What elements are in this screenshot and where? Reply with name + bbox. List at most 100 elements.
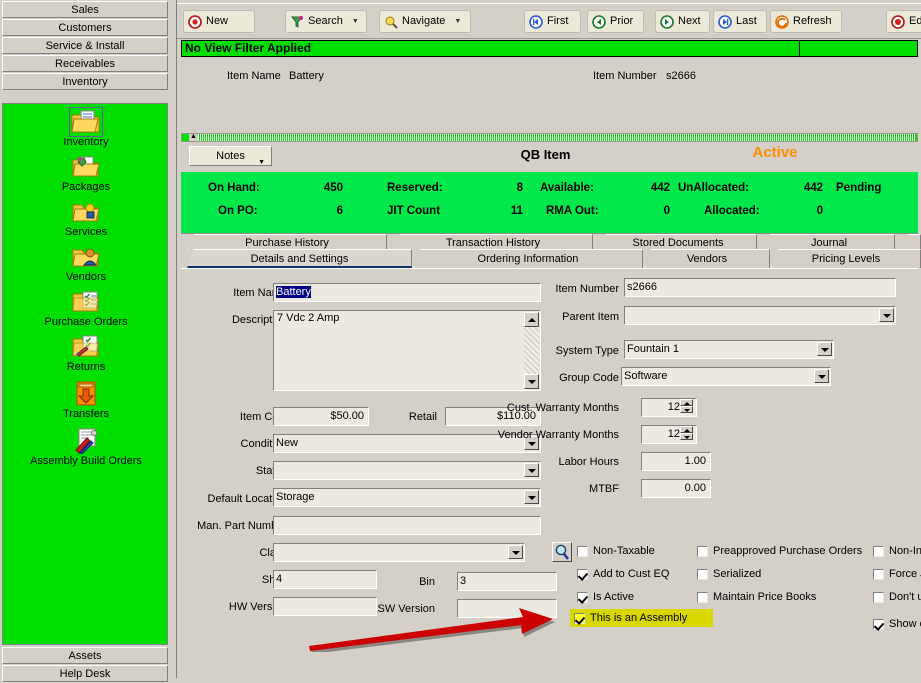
tab-vendors[interactable]: Vendors [644,249,770,268]
next-button-label: Next [678,15,701,27]
checkbox-label: Is Active [593,591,634,603]
scroll-up-arrow-icon[interactable]: ▲ [189,133,198,141]
labor-hours-input[interactable]: 1.00 [641,452,711,471]
default-location-select[interactable]: Storage [273,488,541,507]
stepper-down-icon[interactable] [680,433,693,440]
sidebar-module-assets[interactable]: Assets [2,647,168,664]
stepper-down-icon[interactable] [680,406,693,413]
sidebar-module-help-desk[interactable]: Help Desk [2,665,168,682]
mtbf-input[interactable]: 0.00 [641,479,711,498]
scrollbar-thumb[interactable] [189,134,915,141]
header-item-number-value: s2666 [666,70,696,82]
chevron-down-icon[interactable] [879,308,894,322]
checkbox-box[interactable] [873,618,884,630]
man-part-number-input[interactable] [273,516,541,535]
checkbox-box[interactable] [873,545,884,557]
new-button[interactable]: New [183,10,255,33]
search-button[interactable]: Search ▼ [285,10,367,33]
checkbox-dont-update[interactable]: Don't up [873,591,921,603]
next-button[interactable]: Next [655,10,710,33]
folder-checklist-icon [71,289,101,315]
sidebar-module-sales[interactable]: Sales [2,1,168,18]
checkbox-box[interactable] [577,545,588,557]
checkbox-preapproved-purchase-orders[interactable]: Preapproved Purchase Orders [697,545,862,557]
checkbox-box[interactable] [697,591,708,603]
hw-version-input[interactable] [273,597,377,616]
bin-label: Bin [419,576,435,588]
class-lookup-button[interactable] [552,542,572,562]
sidebar-module-inventory[interactable]: Inventory [2,73,168,90]
checkbox-box[interactable] [577,568,588,580]
system-type-select[interactable]: Fountain 1 [624,340,834,359]
parent-item-select[interactable] [624,306,896,325]
refresh-icon [775,14,789,29]
tab-pricing-levels[interactable]: Pricing Levels [771,249,921,268]
item-cost-input[interactable]: $50.00 [273,407,369,426]
item-name-input[interactable]: Battery [273,283,541,302]
status-select[interactable] [273,461,541,480]
sidebar-module-customers[interactable]: Customers [2,19,168,36]
description-textarea[interactable]: 7 Vdc 2 Amp [273,310,541,391]
record-header: Item Name Battery Item Number s2666 [181,57,918,133]
sw-version-input[interactable] [457,599,557,618]
sidebar-item-inventory[interactable]: Inventory [3,107,167,148]
chevron-down-icon[interactable] [814,369,829,383]
sidebar-top-modules: Sales Customers Service & Install Receiv… [0,0,172,90]
stepper-up-icon[interactable] [680,426,693,433]
checkbox-maintain-price-books[interactable]: Maintain Price Books [697,591,816,603]
checkbox-show-on[interactable]: Show o [873,618,921,630]
chevron-down-icon[interactable]: ▼ [454,11,461,32]
folder-person-icon [71,244,101,270]
checkbox-box[interactable] [873,568,884,580]
item-number-label: Item Number [555,283,619,295]
checkbox-label: Preapproved Purchase Orders [713,545,863,557]
sidebar-item-purchase-orders[interactable]: Purchase Orders [3,289,167,328]
checkbox-box[interactable] [574,612,585,624]
chevron-down-icon[interactable] [508,545,523,559]
sidebar-item-packages[interactable]: Packages [3,154,167,193]
retail-label: Retail [408,411,437,423]
navigate-button[interactable]: Navigate ▼ [379,10,471,33]
edit-button[interactable]: Edi [886,10,921,33]
checkbox-add-to-cust-eq[interactable]: Add to Cust EQ [577,568,669,580]
sidebar-item-label: Returns [66,361,106,373]
group-code-value: Software [624,370,668,382]
sidebar-module-receivables[interactable]: Receivables [2,55,168,72]
summary-available-value: 442 [650,182,670,194]
new-record-icon [188,14,202,29]
checkbox-box[interactable] [697,568,708,580]
sidebar-item-vendors[interactable]: Vendors [3,244,167,283]
checkbox-this-is-an-assembly[interactable]: This is an Assembly [570,609,714,627]
checkbox-serialized[interactable]: Serialized [697,568,761,580]
checkbox-box[interactable] [697,545,708,557]
horizontal-scrollbar[interactable]: ▲ [181,133,918,142]
group-code-select[interactable]: Software [621,367,831,386]
checkbox-non-taxable[interactable]: Non-Taxable [577,545,655,557]
checkbox-box[interactable] [873,591,884,603]
checkbox-non-inventory[interactable]: Non-Inv [873,545,921,557]
stepper-up-icon[interactable] [680,399,693,406]
checkbox-label: Force J [889,568,921,580]
shelf-input[interactable]: 4 [273,570,377,589]
last-button[interactable]: Last [713,10,767,33]
item-number-input[interactable]: s2666 [624,278,896,297]
checkbox-force-journal[interactable]: Force J [873,568,921,580]
sidebar-item-assembly-build-orders[interactable]: Assembly Build Orders [3,428,167,467]
tab-ordering-information[interactable]: Ordering Information [413,249,643,268]
sidebar-module-service-install[interactable]: Service & Install [2,37,168,54]
bin-input[interactable]: 3 [457,572,557,591]
tab-details-and-settings[interactable]: Details and Settings [187,249,412,268]
vendor-warranty-stepper[interactable] [680,426,693,441]
checkbox-box[interactable] [577,591,588,603]
sidebar-item-services[interactable]: Services [3,199,167,238]
cust-warranty-stepper[interactable] [680,399,693,414]
refresh-button[interactable]: Refresh [770,10,842,33]
chevron-down-icon[interactable]: ▼ [352,11,359,32]
checkbox-is-active[interactable]: Is Active [577,591,634,603]
first-button[interactable]: First [524,10,581,33]
class-select[interactable] [273,543,525,562]
chevron-down-icon[interactable] [817,342,832,356]
prior-button[interactable]: Prior [587,10,644,33]
sidebar-item-transfers[interactable]: Transfers [3,381,167,420]
sidebar-item-returns[interactable]: Returns [3,334,167,373]
